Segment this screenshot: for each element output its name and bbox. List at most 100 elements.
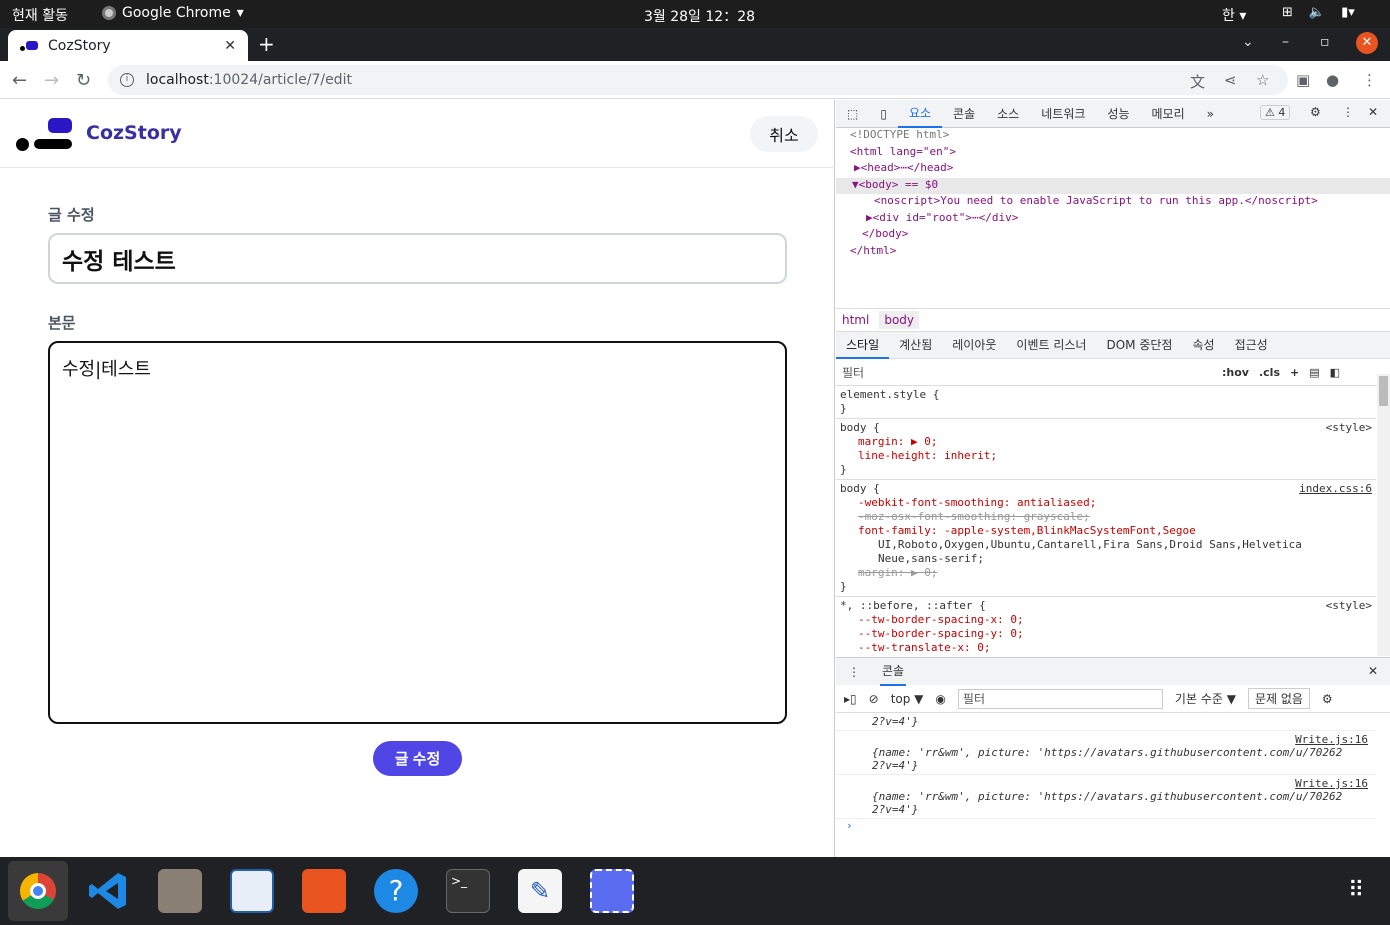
eye-icon[interactable]: ◉ — [935, 692, 945, 706]
tab-computed[interactable]: 계산됨 — [889, 332, 942, 359]
side-panel-icon[interactable]: ▣ — [1296, 71, 1310, 89]
tab-search-icon[interactable]: ⌄ — [1242, 34, 1254, 50]
close-devtools-icon[interactable]: ✕ — [1368, 105, 1378, 119]
styles-scrollbar[interactable] — [1377, 374, 1390, 656]
close-drawer-icon[interactable]: ✕ — [1368, 664, 1378, 678]
tab-layout[interactable]: 레이아웃 — [942, 332, 1006, 359]
crumb-html[interactable]: html — [842, 313, 869, 327]
address-bar[interactable]: i localhost:10024/article/7/edit — [108, 65, 1288, 95]
console-settings-icon[interactable]: ⚙ — [1322, 692, 1333, 706]
hov-button[interactable]: :hov — [1222, 366, 1249, 379]
writer-icon[interactable] — [230, 869, 274, 913]
tab-dom-breakpoints[interactable]: DOM 중단점 — [1096, 332, 1182, 359]
text-editor-icon[interactable]: ✎ — [518, 869, 562, 913]
input-method[interactable]: 한 ▾ — [1222, 5, 1246, 25]
clear-console-icon[interactable]: ⊘ — [869, 692, 879, 706]
crumb-body[interactable]: body — [879, 311, 920, 329]
translate-icon[interactable]: 文 — [1190, 71, 1205, 92]
sidebar-icon[interactable]: ▸▯ — [844, 692, 857, 706]
add-rule-icon[interactable]: + — [1290, 366, 1299, 379]
tab-sources[interactable]: 소스 — [986, 105, 1030, 122]
context-select[interactable]: top ▼ — [891, 692, 924, 706]
device-toggle-icon[interactable]: ▯ — [869, 107, 898, 121]
screenshot-icon[interactable] — [590, 869, 634, 913]
cancel-button[interactable]: 취소 — [750, 116, 818, 152]
new-tab-button[interactable]: + — [258, 32, 275, 56]
tab-elements[interactable]: 요소 — [897, 100, 943, 128]
tab-properties[interactable]: 속성 — [1182, 332, 1224, 359]
console-object[interactable]: 2?v=4'} — [872, 715, 1368, 728]
dom-node[interactable]: ▶<head>⋯</head> — [836, 161, 1390, 178]
info-icon[interactable]: i — [120, 73, 134, 87]
close-tab-icon[interactable]: ✕ — [224, 38, 236, 54]
css-property[interactable]: margin: ▶ 0; — [840, 566, 1372, 580]
tab-performance[interactable]: 성능 — [1096, 105, 1140, 122]
console-object[interactable]: {name: 'rr&wm', picture: 'https://avatar… — [872, 746, 1368, 759]
css-property[interactable]: margin: ▶ 0; — [840, 435, 1372, 449]
warning-badge[interactable]: ⚠ 4 — [1260, 105, 1291, 120]
cls-button[interactable]: .cls — [1259, 366, 1280, 379]
close-window-button[interactable]: ✕ — [1356, 32, 1378, 54]
maximize-button[interactable]: ▫ — [1320, 34, 1330, 50]
dock-chrome[interactable] — [8, 861, 68, 921]
rule-selector[interactable]: body { — [840, 482, 1372, 496]
console-prompt[interactable]: › — [836, 819, 1376, 832]
activities-button[interactable]: 현재 활동 — [12, 5, 68, 25]
software-center-icon[interactable] — [302, 869, 346, 913]
styles-filter-input[interactable]: 필터 — [842, 364, 1212, 381]
files-icon[interactable] — [158, 869, 202, 913]
dom-node[interactable]: <!DOCTYPE html> — [836, 128, 1390, 145]
menu-kebab-icon[interactable]: ⋮ — [1362, 71, 1377, 89]
rule-source-link[interactable]: index.css:6 — [1299, 482, 1372, 495]
back-icon[interactable]: ← — [12, 70, 27, 91]
vscode-icon[interactable] — [86, 869, 130, 913]
css-property[interactable]: font-family: -apple-system,BlinkMacSyste… — [840, 524, 1372, 538]
paint-icon[interactable]: ▤ — [1309, 366, 1319, 379]
clock[interactable]: 3월 28일 12：28 — [644, 6, 755, 26]
source-link[interactable]: Write.js:16 — [872, 777, 1368, 790]
rule-selector[interactable]: *, ::before, ::after { — [840, 599, 1372, 613]
console-entry[interactable]: Write.js:16 {name: 'rr&wm', picture: 'ht… — [836, 775, 1376, 819]
dom-node-selected[interactable]: ▼<body> == $0 — [836, 177, 1390, 194]
app-grid-icon[interactable]: ⠿ — [1334, 869, 1378, 913]
console-filter-input[interactable]: 필터 — [957, 688, 1163, 709]
issues-button[interactable]: 문제 없음 — [1247, 688, 1310, 709]
devtools-menu-icon[interactable]: ⋮ — [1342, 105, 1354, 119]
terminal-icon[interactable]: >_ — [446, 869, 490, 913]
rule-selector[interactable]: body { — [840, 421, 1372, 435]
submit-edit-button[interactable]: 글 수정 — [373, 741, 462, 776]
dom-node[interactable]: <noscript>You need to enable JavaScript … — [836, 194, 1390, 211]
css-property[interactable]: --tw-border-spacing-x: 0; — [840, 613, 1372, 627]
logo-icon[interactable] — [16, 118, 76, 151]
tab-event-listeners[interactable]: 이벤트 리스너 — [1006, 332, 1096, 359]
tab-styles[interactable]: 스타일 — [836, 332, 890, 359]
app-menu[interactable]: Google Chrome ▾ — [102, 5, 244, 21]
bookmark-star-icon[interactable]: ☆ — [1256, 71, 1269, 89]
profile-icon[interactable]: ● — [1326, 71, 1339, 89]
brand-name[interactable]: CozStory — [86, 122, 182, 144]
css-property[interactable]: line-height: inherit; — [840, 449, 1372, 463]
css-property[interactable]: -moz-osx-font-smoothing: grayscale; — [840, 510, 1372, 524]
sidebar-toggle-icon[interactable]: ◧ — [1330, 366, 1340, 379]
title-input[interactable]: 수정 테스트 — [48, 233, 787, 284]
source-link[interactable]: Write.js:16 — [872, 733, 1368, 746]
css-property[interactable]: -webkit-font-smoothing: antialiased; — [840, 496, 1372, 510]
share-icon[interactable]: ⋖ — [1224, 71, 1237, 89]
forward-icon[interactable]: → — [44, 70, 59, 91]
drawer-menu-icon[interactable]: ⋮ — [848, 665, 860, 679]
dom-node[interactable]: </html> — [836, 244, 1390, 261]
css-property[interactable]: --tw-border-spacing-y: 0; — [840, 627, 1372, 641]
dom-node[interactable]: ▶<div id="root">⋯</div> — [836, 211, 1390, 228]
browser-tab[interactable]: CozStory ✕ — [8, 30, 248, 61]
system-tray[interactable]: ⊞ 🔈 ▮▾ — [1282, 5, 1355, 20]
minimize-button[interactable]: – — [1282, 34, 1289, 50]
css-property[interactable]: --tw-translate-x: 0; — [840, 641, 1372, 655]
log-level-select[interactable]: 기본 수준 ▼ — [1175, 690, 1236, 707]
body-textarea[interactable]: 수정|테스트 — [48, 341, 787, 724]
rule-selector[interactable]: element.style { — [840, 388, 1372, 402]
more-tabs-icon[interactable]: » — [1196, 107, 1225, 121]
dom-node[interactable]: <html lang="en"> — [836, 145, 1390, 162]
dom-node[interactable]: </body> — [836, 227, 1390, 244]
drawer-tab-console[interactable]: 콘솔 — [880, 658, 907, 686]
console-entry[interactable]: 2?v=4'} — [836, 713, 1376, 731]
